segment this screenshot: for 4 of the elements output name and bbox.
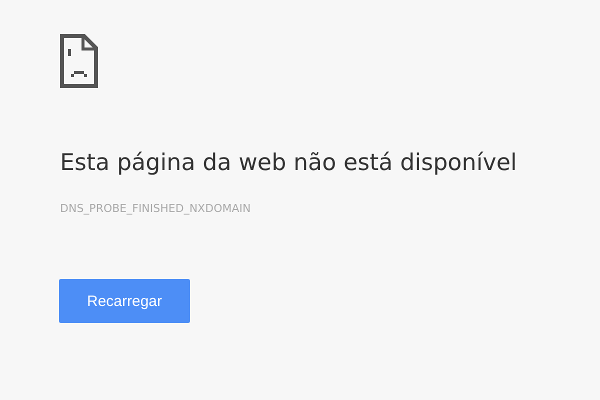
reload-button[interactable]: Recarregar bbox=[59, 279, 190, 323]
error-heading: Esta página da web não está disponível bbox=[60, 150, 517, 176]
sad-page-icon bbox=[60, 34, 98, 88]
error-code: DNS_PROBE_FINISHED_NXDOMAIN bbox=[60, 202, 251, 215]
